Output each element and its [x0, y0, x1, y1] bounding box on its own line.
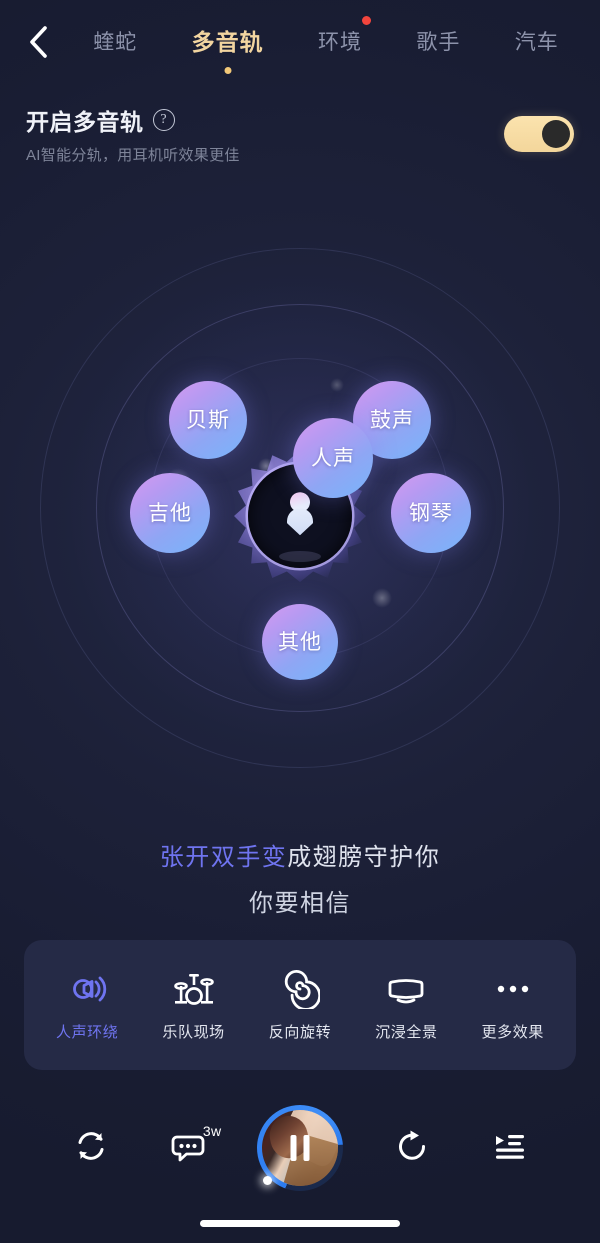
home-indicator — [200, 1220, 400, 1227]
sparkle-particle — [372, 588, 392, 608]
enable-subtitle: AI智能分轨，用耳机听效果更佳 — [26, 147, 240, 164]
effect-item-3[interactable]: 沉浸全景 — [356, 969, 456, 1042]
tab-label: 汽车 — [514, 30, 559, 54]
tab-4[interactable]: 汽车 — [511, 0, 563, 84]
sparkle-particle — [330, 378, 344, 392]
active-tab-indicator-dot — [224, 67, 232, 74]
progress-indicator-dot — [262, 1176, 272, 1185]
track-bubble-2[interactable]: 人声 — [293, 418, 373, 498]
track-bubble-label: 其他 — [278, 630, 322, 654]
effect-label: 人声环绕 — [55, 1023, 119, 1041]
track-bubble-label: 鼓声 — [370, 408, 414, 432]
enable-text-block: 开启多音轨 ? AI智能分轨，用耳机听效果更佳 — [26, 103, 240, 165]
lyric-highlight: 张开双手变 — [159, 844, 288, 871]
comment-count-badge: 3w — [202, 1123, 222, 1139]
surround-sound-icon — [67, 969, 107, 1009]
tab-label: 多音轨 — [191, 28, 264, 55]
tab-label: 蝰蛇 — [93, 30, 138, 54]
tab-notification-dot — [361, 16, 371, 25]
lyric-line-current: 张开双手变成翅膀守护你 — [159, 844, 441, 871]
panorama-screen-icon — [384, 969, 428, 1009]
repeat-icon — [71, 1126, 111, 1171]
question-mark-icon[interactable]: ? — [152, 109, 175, 131]
toggle-knob — [542, 120, 570, 148]
playlist-icon — [489, 1126, 529, 1171]
effect-label: 乐队现场 — [162, 1023, 225, 1041]
lyric-line-next: 你要相信 — [249, 890, 351, 918]
tab-2[interactable]: 环境 — [314, 0, 371, 84]
album-art-play-button[interactable] — [256, 1105, 343, 1191]
effect-label: 更多效果 — [481, 1023, 544, 1041]
enable-title-line: 开启多音轨 ? — [26, 103, 240, 137]
track-bubble-label: 吉他 — [148, 501, 192, 525]
effect-item-0[interactable]: 人声环绕 — [37, 969, 137, 1042]
enable-multitrack-row: 开启多音轨 ? AI智能分轨，用耳机听效果更佳 — [0, 98, 600, 170]
share-button[interactable] — [383, 1119, 441, 1177]
effect-item-2[interactable]: 反向旋转 — [250, 969, 350, 1042]
back-button[interactable] — [10, 14, 66, 70]
drum-kit-icon — [172, 969, 216, 1009]
pause-icon — [290, 1135, 310, 1161]
enable-title: 开启多音轨 — [26, 109, 144, 135]
track-bubble-4[interactable]: 钢琴 — [391, 473, 471, 553]
tab-0[interactable]: 蝰蛇 — [89, 0, 141, 84]
track-bubble-0[interactable]: 贝斯 — [169, 381, 247, 459]
tab-label: 歌手 — [416, 30, 461, 54]
tab-list: 蝰蛇 多音轨 环境 歌手 汽车 — [66, 0, 600, 84]
multitrack-visualizer: 贝斯 鼓声 人声吉他 钢琴其他 — [0, 198, 600, 818]
playlist-button[interactable] — [480, 1119, 538, 1177]
track-bubble-5[interactable]: 其他 — [262, 604, 338, 680]
more-dots-icon — [491, 969, 535, 1009]
repeat-button[interactable] — [62, 1119, 120, 1177]
top-tab-bar: 蝰蛇 多音轨 环境 歌手 汽车 — [0, 0, 600, 84]
chevron-left-icon — [26, 25, 50, 59]
tab-1[interactable]: 多音轨 — [188, 0, 268, 84]
effect-label: 沉浸全景 — [375, 1023, 438, 1041]
track-bubble-label: 贝斯 — [186, 408, 230, 432]
effect-label: 反向旋转 — [268, 1023, 332, 1041]
track-bubble-label: 钢琴 — [409, 501, 453, 525]
tab-3[interactable]: 歌手 — [412, 0, 464, 84]
effect-item-4[interactable]: 更多效果 — [463, 969, 563, 1042]
player-bar: 3w — [0, 1100, 600, 1196]
sound-effects-panel: 人声环绕 乐队现场 反向旋转 沉浸全景 更多效果 — [24, 940, 576, 1070]
pin-shadow — [279, 551, 321, 562]
share-arrow-icon — [392, 1126, 432, 1171]
user-location-pin-icon — [285, 492, 315, 536]
multitrack-toggle-switch[interactable] — [504, 116, 574, 152]
spiral-icon — [280, 969, 320, 1009]
effect-item-1[interactable]: 乐队现场 — [144, 969, 244, 1042]
comment-button[interactable]: 3w — [159, 1119, 221, 1177]
track-bubble-3[interactable]: 吉他 — [130, 473, 210, 553]
app-root: 蝰蛇 多音轨 环境 歌手 汽车 开启多音轨 ? AI智能分轨，用耳机听效果更佳 — [0, 0, 600, 1243]
track-bubble-label: 人声 — [311, 446, 355, 470]
lyric-rest: 成翅膀守护你 — [287, 844, 441, 871]
lyrics-area[interactable]: 张开双手变成翅膀守护你 你要相信 — [0, 844, 600, 918]
tab-label: 环境 — [317, 30, 362, 54]
